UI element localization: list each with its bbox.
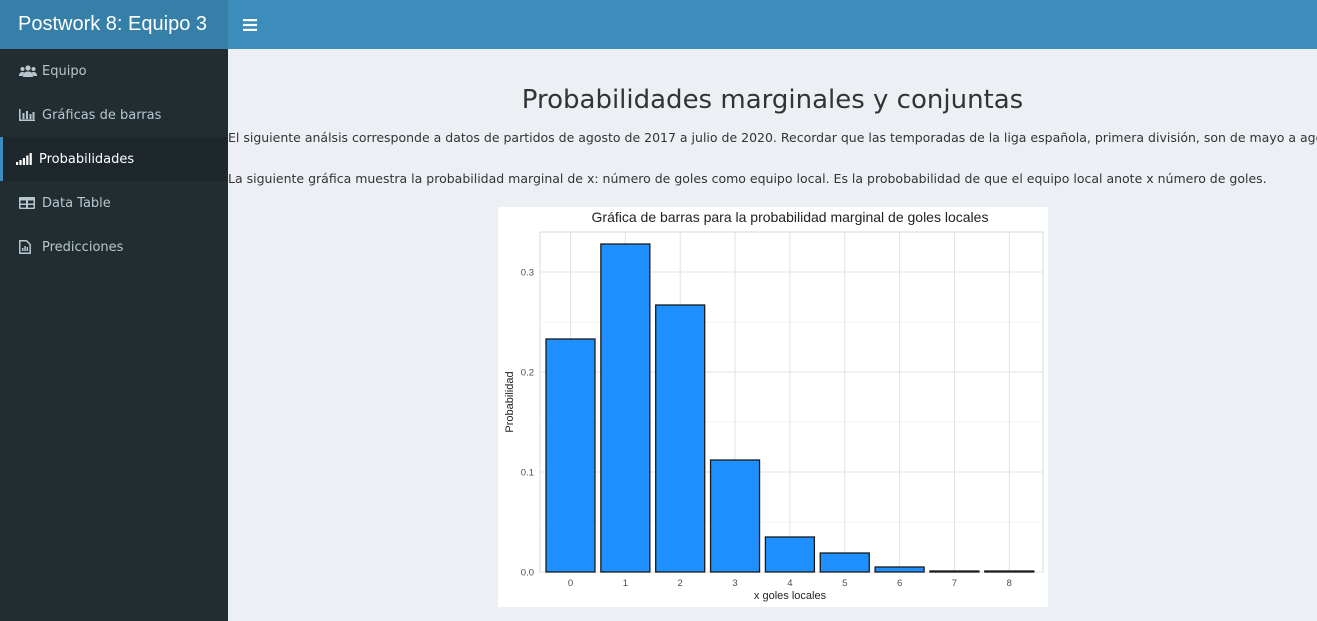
x-axis-label: x goles locales — [754, 590, 827, 602]
bar — [929, 570, 980, 573]
sidebar-item-equipo[interactable]: Equipo — [0, 49, 228, 93]
sidebar-toggle-button[interactable] — [228, 0, 272, 49]
bar-chart: Gráfica de barras para la probabilidad m… — [498, 207, 1048, 607]
y-tick-label: 0.2 — [521, 368, 534, 379]
table-icon — [19, 196, 37, 210]
x-tick-label: 8 — [1007, 578, 1012, 589]
x-tick-label: 3 — [732, 578, 737, 589]
hamburger-icon — [243, 18, 257, 31]
sidebar-item-label: Probabilidades — [39, 151, 135, 167]
page-title: Probabilidades marginales y conjuntas — [521, 85, 1024, 115]
file-chart-icon — [19, 240, 37, 254]
x-tick-label: 2 — [678, 578, 683, 589]
intro-paragraph: El siguiente análsis corresponde a datos… — [228, 130, 1317, 145]
sidebar-item-label: Gráficas de barras — [42, 107, 162, 123]
main-content: Probabilidades marginales y conjuntas El… — [228, 49, 1317, 621]
bar — [874, 566, 925, 573]
users-icon — [19, 64, 37, 78]
app-title: Postwork 8: Equipo 3 — [0, 0, 228, 49]
x-tick-label: 6 — [897, 578, 902, 589]
y-tick-label: 0.3 — [521, 268, 534, 279]
bar — [655, 304, 706, 573]
bar-chart-icon — [19, 108, 37, 122]
sidebar-item-label: Predicciones — [42, 239, 124, 255]
chart-title: Gráfica de barras para la probabilidad m… — [592, 209, 989, 225]
x-tick-label: 7 — [952, 578, 957, 589]
bar-chart-svg: Gráfica de barras para la probabilidad m… — [504, 209, 1044, 602]
bar — [984, 570, 1035, 573]
sidebar-item-label: Equipo — [42, 63, 87, 79]
bar — [545, 338, 596, 573]
signal-icon — [16, 152, 34, 166]
x-tick-label: 1 — [623, 578, 628, 589]
bar — [600, 243, 651, 573]
sidebar-item-probabilidades[interactable]: Probabilidades — [0, 137, 228, 181]
x-tick-label: 0 — [568, 578, 573, 589]
top-header: Postwork 8: Equipo 3 — [0, 0, 1317, 49]
sidebar-item-graficas-de-barras[interactable]: Gráficas de barras — [0, 93, 228, 137]
x-tick-label: 4 — [787, 578, 792, 589]
sidebar-item-data-table[interactable]: Data Table — [0, 181, 228, 225]
bar — [819, 552, 870, 573]
y-axis-label: Probabilidad — [504, 371, 516, 432]
sidebar-item-predicciones[interactable]: Predicciones — [0, 225, 228, 269]
bar — [709, 459, 761, 573]
bar — [764, 536, 816, 573]
x-tick-label: 5 — [842, 578, 847, 589]
chart-description: La siguiente gráfica muestra la probabil… — [228, 171, 1267, 186]
y-tick-label: 0.0 — [521, 568, 534, 579]
sidebar-item-label: Data Table — [42, 195, 111, 211]
y-tick-label: 0.1 — [521, 468, 534, 479]
sidebar: Equipo Gráficas de barras Probabilidades… — [0, 49, 228, 621]
